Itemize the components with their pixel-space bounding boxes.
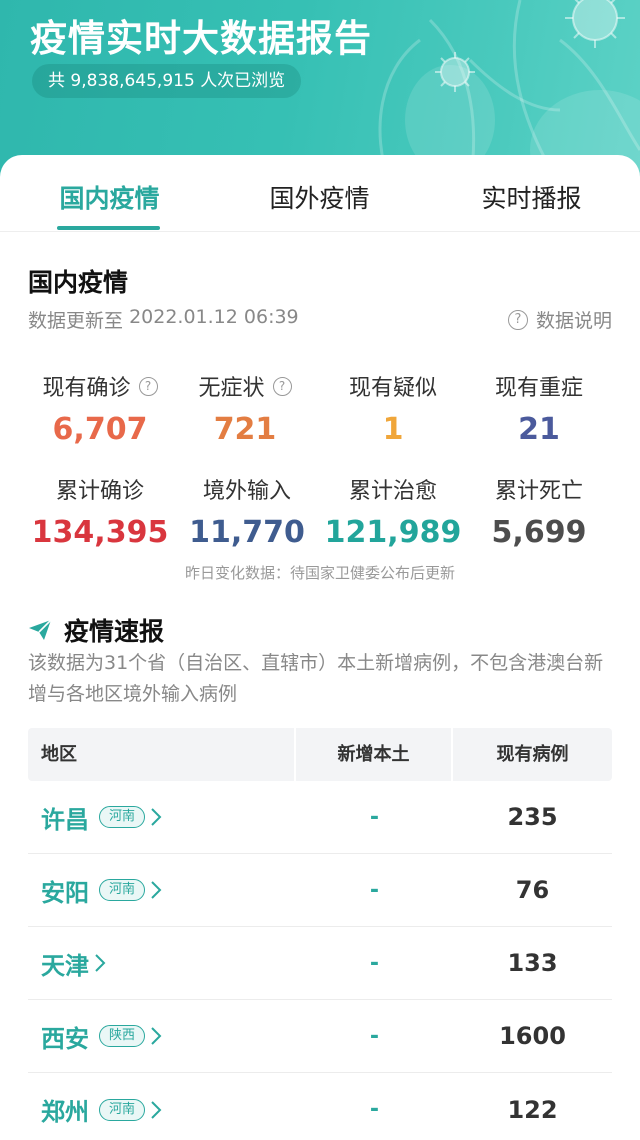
stat-suspected: 现有疑似 1 bbox=[313, 370, 473, 447]
city-name[interactable]: 天津 bbox=[41, 946, 89, 981]
chevron-right-icon bbox=[151, 881, 162, 899]
stat-label: 无症状 bbox=[198, 376, 265, 401]
stat-label: 现有疑似 bbox=[348, 376, 437, 401]
stat-value: 6,707 bbox=[52, 412, 148, 447]
tab-bar: 国内疫情 国外疫情 实时播报 bbox=[0, 155, 640, 232]
city-name[interactable]: 郑州 bbox=[41, 1092, 89, 1127]
view-count-badge: 共 9,838,645,915 人次已浏览 bbox=[32, 64, 302, 98]
table-row[interactable]: 安阳 河南 - 76 bbox=[28, 854, 612, 927]
view-count-prefix: 共 bbox=[48, 71, 65, 91]
update-prefix: 数据更新至 bbox=[28, 310, 124, 332]
stat-label: 累计死亡 bbox=[494, 479, 583, 504]
stat-value: 721 bbox=[213, 412, 277, 447]
new-local-value: - bbox=[369, 877, 380, 903]
city-name[interactable]: 许昌 bbox=[41, 800, 89, 835]
paper-plane-icon bbox=[29, 619, 52, 640]
column-header-region: 地区 bbox=[28, 728, 296, 781]
section-title: 国内疫情 bbox=[28, 268, 129, 297]
table-row[interactable]: 天津 - 133 bbox=[28, 927, 612, 1000]
stat-label: 累计确诊 bbox=[55, 479, 144, 504]
data-explain-label: 数据说明 bbox=[535, 310, 612, 332]
new-local-value: - bbox=[369, 804, 380, 830]
stat-value: 121,989 bbox=[324, 515, 462, 550]
region-table: 地区 新增本土 现有病例 许昌 河南 - 235 安阳 河南 - 76 天津 -… bbox=[28, 728, 612, 1140]
current-cases-value: 235 bbox=[507, 803, 558, 831]
view-count-suffix: 人次已浏览 bbox=[200, 71, 286, 91]
current-cases-value: 122 bbox=[507, 1095, 558, 1124]
current-cases-value: 133 bbox=[507, 949, 558, 977]
stat-value: 21 bbox=[518, 412, 560, 447]
page-title: 疫情实时大数据报告 bbox=[30, 17, 372, 60]
stat-total-deaths: 累计死亡 5,699 bbox=[459, 473, 619, 550]
data-explain-link[interactable]: ? 数据说明 bbox=[507, 306, 612, 333]
chevron-right-icon bbox=[151, 1100, 162, 1119]
new-local-value: - bbox=[369, 950, 380, 976]
update-time-line: 数据更新至 2022.01.12 06:39 bbox=[28, 306, 299, 333]
stat-total-confirmed: 累计确诊 134,395 bbox=[20, 473, 180, 550]
chevron-right-icon bbox=[151, 1027, 162, 1045]
stat-value: 11,770 bbox=[189, 515, 305, 550]
stat-label: 累计治愈 bbox=[348, 479, 437, 504]
province-tag: 河南 bbox=[99, 879, 146, 901]
chevron-right-icon bbox=[95, 954, 106, 972]
stat-severe: 现有重症 21 bbox=[459, 370, 619, 447]
stat-value: 1 bbox=[382, 412, 404, 447]
stat-label: 现有重症 bbox=[494, 376, 583, 401]
stat-label: 现有确诊 bbox=[42, 376, 131, 401]
current-cases-value: 76 bbox=[515, 876, 550, 904]
tab-domestic[interactable]: 国内疫情 bbox=[3, 179, 216, 215]
new-local-value: - bbox=[369, 1097, 380, 1122]
column-header-new-local: 新增本土 bbox=[296, 728, 453, 781]
brief-title-text: 疫情速报 bbox=[64, 617, 165, 646]
table-row[interactable]: 西安 陕西 - 1600 bbox=[28, 1000, 612, 1073]
current-cases-value: 1600 bbox=[499, 1022, 566, 1050]
tab-overseas[interactable]: 国外疫情 bbox=[213, 179, 426, 215]
table-row[interactable]: 郑州 河南 - 122 bbox=[28, 1073, 612, 1140]
question-circle-icon[interactable]: ? bbox=[138, 376, 158, 396]
city-name[interactable]: 西安 bbox=[41, 1019, 89, 1054]
main-card: 国内疫情 国外疫情 实时播报 国内疫情 数据更新至 2022.01.12 06:… bbox=[0, 155, 640, 1140]
question-circle-icon: ? bbox=[507, 309, 528, 330]
view-count-number: 9,838,645,915 bbox=[70, 71, 195, 91]
brief-description: 该数据为31个省（自治区、直辖市）本土新增病例，不包含港澳台新增与各地区境外输入… bbox=[28, 652, 604, 705]
brief-section-title: 疫情速报 bbox=[28, 612, 164, 648]
city-name[interactable]: 安阳 bbox=[41, 873, 89, 908]
update-time: 2022.01.12 06:39 bbox=[129, 306, 299, 328]
yesterday-change-note: 昨日变化数据：待国家卫健委公布后更新 bbox=[184, 564, 455, 582]
stat-value: 5,699 bbox=[491, 515, 587, 550]
new-local-value: - bbox=[369, 1023, 380, 1049]
active-tab-indicator bbox=[57, 226, 160, 230]
tab-live-broadcast[interactable]: 实时播报 bbox=[425, 179, 638, 215]
question-circle-icon[interactable]: ? bbox=[272, 376, 292, 396]
chevron-right-icon bbox=[151, 808, 162, 826]
table-row[interactable]: 许昌 河南 - 235 bbox=[28, 781, 612, 854]
table-header: 地区 新增本土 现有病例 bbox=[28, 728, 612, 781]
stat-asymptomatic: 无症状? 721 bbox=[165, 370, 325, 447]
stat-current-confirmed: 现有确诊? 6,707 bbox=[20, 370, 180, 447]
province-tag: 河南 bbox=[99, 806, 146, 828]
stat-imported: 境外输入 11,770 bbox=[167, 473, 327, 550]
stat-label: 境外输入 bbox=[202, 479, 291, 504]
province-tag: 陕西 bbox=[99, 1025, 146, 1047]
column-header-current: 现有病例 bbox=[496, 744, 569, 765]
stat-value: 134,395 bbox=[31, 515, 169, 550]
province-tag: 河南 bbox=[99, 1098, 146, 1121]
stat-total-recovered: 累计治愈 121,989 bbox=[313, 473, 473, 550]
